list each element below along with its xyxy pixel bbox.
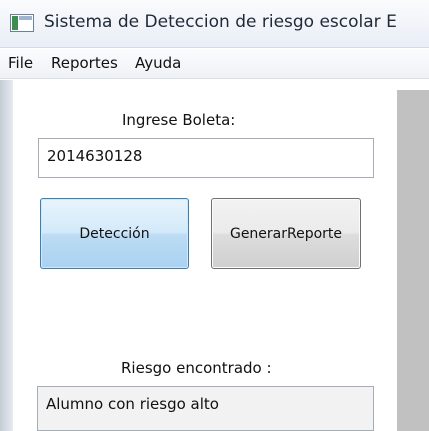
result-label: Riesgo encontrado :: [121, 359, 272, 377]
result-field[interactable]: Alumno con riesgo alto: [37, 386, 374, 431]
application-window-icon: [10, 14, 34, 32]
menu-file[interactable]: File: [8, 54, 33, 72]
main-panel: Ingrese Boleta: 2014630128 Detección Gen…: [13, 80, 393, 431]
menu-bar: File Reportes Ayuda: [0, 49, 429, 79]
boleta-label: Ingrese Boleta:: [122, 111, 236, 129]
window-title: Sistema de Deteccion de riesgo escolar E: [44, 12, 397, 32]
menu-ayuda[interactable]: Ayuda: [135, 54, 181, 72]
menu-reportes[interactable]: Reportes: [51, 54, 118, 72]
window-frame-left: [0, 80, 13, 431]
side-panel: [397, 90, 429, 431]
title-bar: Sistema de Deteccion de riesgo escolar E: [0, 0, 429, 48]
deteccion-button[interactable]: Detección: [40, 198, 189, 269]
boleta-input[interactable]: 2014630128: [38, 138, 374, 178]
generar-reporte-button[interactable]: GenerarReporte: [211, 198, 361, 269]
